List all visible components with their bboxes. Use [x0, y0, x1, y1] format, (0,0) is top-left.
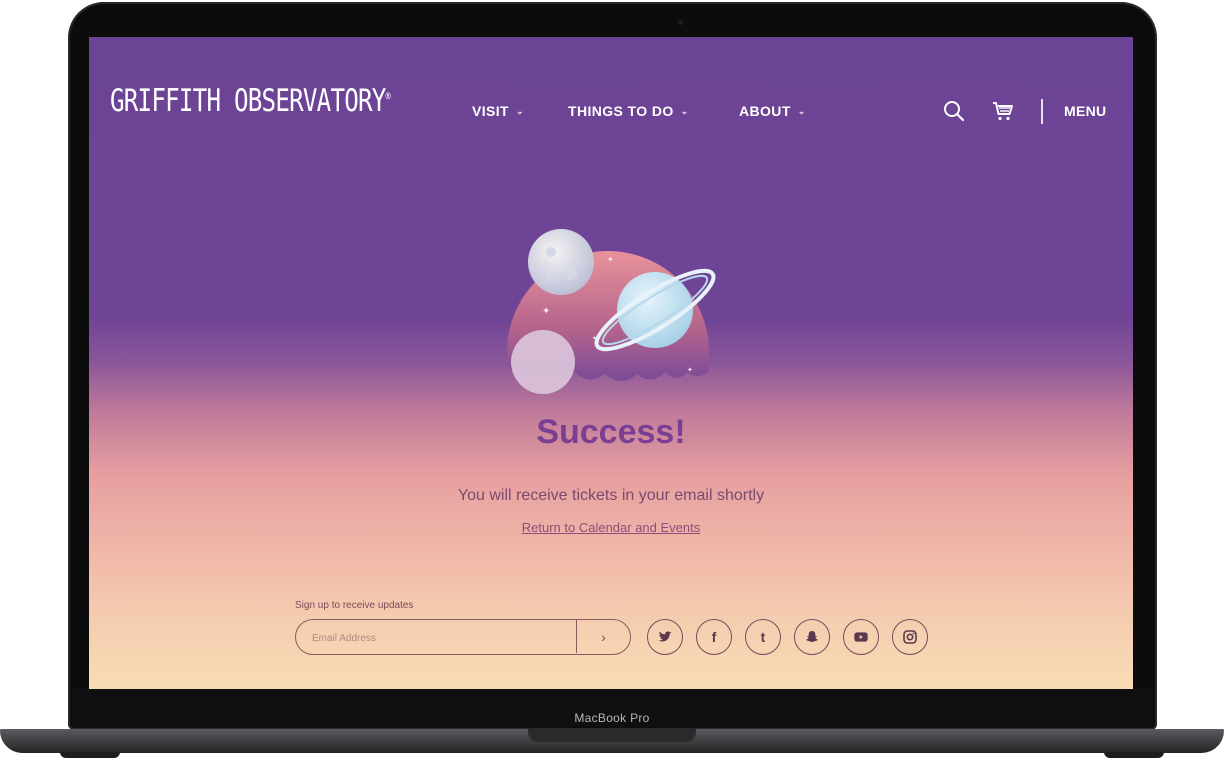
site-logo[interactable]: GRIFFITH OBSERVATORY® — [110, 83, 391, 119]
svg-text:✦: ✦ — [592, 335, 597, 342]
twitter-icon — [658, 631, 672, 642]
search-icon[interactable] — [942, 99, 966, 123]
twitter-button[interactable] — [647, 619, 683, 655]
laptop-foot-left — [60, 752, 120, 758]
nav-label: ABOUT — [739, 103, 791, 119]
success-title: Success! — [536, 413, 686, 451]
laptop-notch — [528, 729, 696, 742]
tumblr-icon: t — [760, 629, 766, 645]
camera — [678, 20, 683, 25]
moon — [528, 229, 594, 295]
laptop-foot-right — [1104, 752, 1164, 758]
svg-text:✦: ✦ — [607, 255, 614, 264]
snapchat-icon — [806, 631, 818, 642]
svg-text:✦: ✦ — [687, 366, 693, 374]
chevron-down-icon: ⌄ — [797, 105, 806, 116]
instagram-button[interactable] — [892, 619, 928, 655]
chevron-down-icon: ⌄ — [680, 105, 689, 116]
tumblr-button[interactable]: t — [745, 619, 781, 655]
youtube-icon — [854, 632, 868, 642]
cart-icon[interactable] — [991, 99, 1015, 123]
nav-visit[interactable]: VISIT ⌄ — [472, 103, 524, 119]
registered-mark: ® — [385, 89, 391, 103]
chevron-right-icon: › — [601, 628, 606, 645]
device-model-label: MacBook Pro — [574, 711, 650, 725]
return-to-calendar-link[interactable]: Return to Calendar and Events — [522, 520, 701, 535]
menu-button[interactable]: MENU — [1064, 103, 1106, 119]
small-planet — [511, 330, 575, 394]
ringed-planet — [617, 272, 693, 348]
instagram-icon — [903, 630, 917, 644]
header-divider — [1041, 99, 1043, 124]
facebook-button[interactable]: f — [696, 619, 732, 655]
svg-text:✦: ✦ — [542, 306, 550, 317]
email-submit-button[interactable]: › — [576, 620, 630, 653]
browser-viewport: GRIFFITH OBSERVATORY® VISIT ⌄ THINGS TO … — [89, 37, 1133, 689]
success-message: You will receive tickets in your email s… — [457, 487, 765, 504]
logo-text: GRIFFITH OBSERVATORY — [110, 83, 386, 119]
signup-label: Sign up to receive updates — [295, 600, 414, 611]
youtube-button[interactable] — [843, 619, 879, 655]
nav-about[interactable]: ABOUT ⌄ — [739, 103, 806, 119]
nav-label: THINGS TO DO — [568, 103, 674, 119]
planets-illustration: ✦ ✦ ✦ ✦ — [507, 229, 716, 394]
return-link-wrap: Return to Calendar and Events — [89, 520, 1133, 535]
email-signup-form: › — [295, 619, 631, 655]
snapchat-button[interactable] — [794, 619, 830, 655]
facebook-icon: f — [711, 629, 717, 645]
nav-label: VISIT — [472, 103, 510, 119]
chevron-down-icon: ⌄ — [516, 105, 524, 116]
email-input[interactable] — [310, 628, 564, 648]
nav-things-to-do[interactable]: THINGS TO DO ⌄ — [568, 103, 689, 119]
